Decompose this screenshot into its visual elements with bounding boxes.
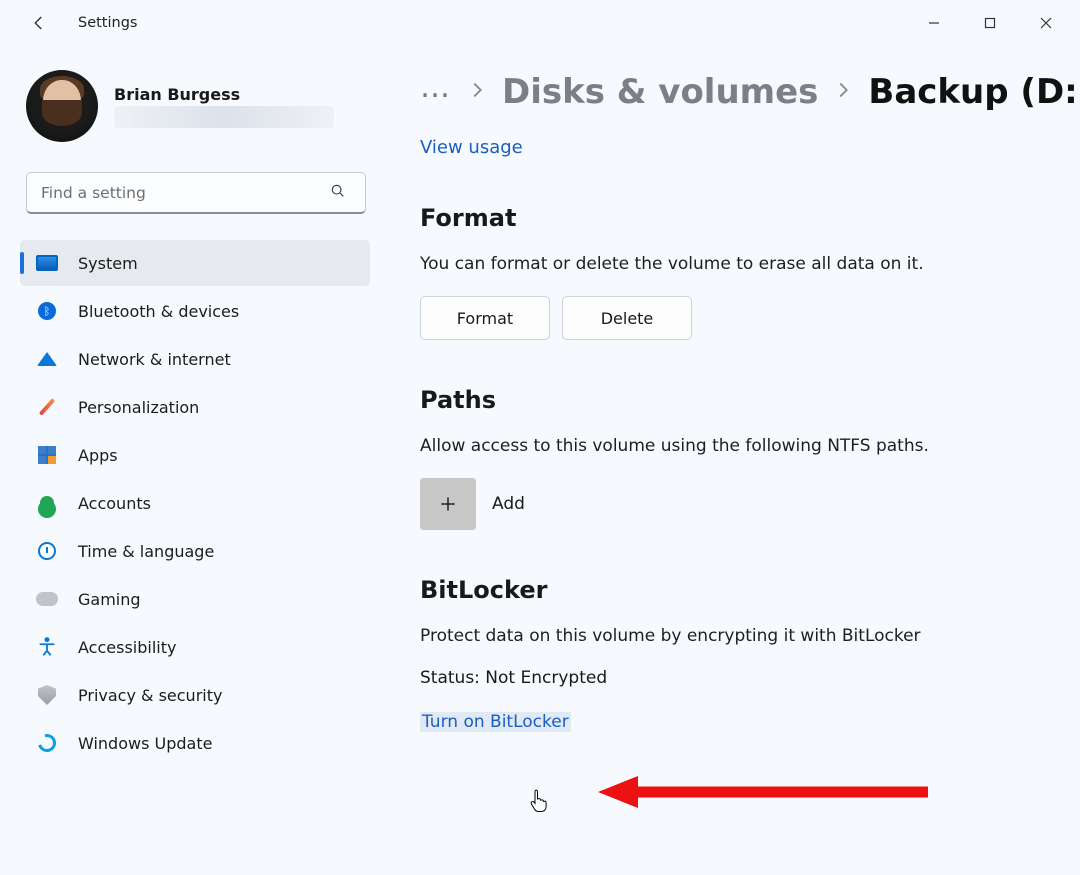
bitlocker-description: Protect data on this volume by encryptin… bbox=[420, 626, 1080, 646]
breadcrumb: … Disks & volumes Backup (D:) bbox=[420, 46, 1080, 113]
view-usage-link[interactable]: View usage bbox=[420, 137, 523, 158]
delete-button[interactable]: Delete bbox=[562, 296, 692, 340]
sidebar-item-time[interactable]: Time & language bbox=[20, 528, 370, 574]
sidebar-item-label: System bbox=[78, 254, 138, 273]
avatar bbox=[26, 70, 98, 142]
sidebar-item-network[interactable]: Network & internet bbox=[20, 336, 370, 382]
sidebar-item-label: Windows Update bbox=[78, 734, 212, 753]
bitlocker-status: Status: Not Encrypted bbox=[420, 668, 1080, 688]
paths-description: Allow access to this volume using the fo… bbox=[420, 436, 1080, 456]
sidebar-item-system[interactable]: System bbox=[20, 240, 370, 286]
sidebar-item-label: Gaming bbox=[78, 590, 141, 609]
sidebar-item-label: Bluetooth & devices bbox=[78, 302, 239, 321]
format-heading: Format bbox=[420, 204, 1080, 232]
format-button[interactable]: Format bbox=[420, 296, 550, 340]
search-icon bbox=[330, 183, 346, 203]
sidebar-item-label: Apps bbox=[78, 446, 118, 465]
turn-on-bitlocker-link[interactable]: Turn on BitLocker bbox=[420, 712, 571, 732]
breadcrumb-current: Backup (D:) bbox=[868, 72, 1080, 112]
sidebar-item-apps[interactable]: Apps bbox=[20, 432, 370, 478]
sidebar-item-personalization[interactable]: Personalization bbox=[20, 384, 370, 430]
search-wrap bbox=[26, 172, 362, 214]
sidebar-item-privacy[interactable]: Privacy & security bbox=[20, 672, 370, 718]
sidebar-item-accounts[interactable]: Accounts bbox=[20, 480, 370, 526]
sidebar-item-label: Network & internet bbox=[78, 350, 231, 369]
display-icon bbox=[36, 252, 58, 274]
sidebar-item-label: Privacy & security bbox=[78, 686, 222, 705]
user-name: Brian Burgess bbox=[114, 85, 334, 104]
user-card[interactable]: Brian Burgess bbox=[26, 70, 362, 142]
format-description: You can format or delete the volume to e… bbox=[420, 254, 1080, 274]
sidebar-item-label: Accessibility bbox=[78, 638, 176, 657]
paths-heading: Paths bbox=[420, 386, 1080, 414]
breadcrumb-parent[interactable]: Disks & volumes bbox=[502, 72, 818, 112]
clock-icon bbox=[36, 540, 58, 562]
content-pane: … Disks & volumes Backup (D:) View usage… bbox=[380, 46, 1080, 875]
back-button[interactable] bbox=[20, 4, 58, 42]
add-path-button[interactable] bbox=[420, 478, 476, 530]
bluetooth-icon: ᛒ bbox=[36, 300, 58, 322]
sidebar-item-label: Time & language bbox=[78, 542, 214, 561]
gamepad-icon bbox=[36, 588, 58, 610]
breadcrumb-more[interactable]: … bbox=[420, 70, 452, 113]
sidebar-item-accessibility[interactable]: Accessibility bbox=[20, 624, 370, 670]
sidebar-item-label: Accounts bbox=[78, 494, 151, 513]
sidebar-item-bluetooth[interactable]: ᛒ Bluetooth & devices bbox=[20, 288, 370, 334]
wifi-icon bbox=[36, 348, 58, 370]
nav-list: System ᛒ Bluetooth & devices Network & i… bbox=[20, 240, 370, 766]
title-bar: Settings bbox=[0, 0, 1080, 46]
add-path-label: Add bbox=[492, 494, 525, 514]
shield-icon bbox=[36, 684, 58, 706]
minimize-button[interactable] bbox=[906, 3, 962, 43]
update-icon bbox=[36, 732, 58, 754]
chevron-right-icon bbox=[466, 79, 488, 105]
sidebar-item-update[interactable]: Windows Update bbox=[20, 720, 370, 766]
maximize-button[interactable] bbox=[962, 3, 1018, 43]
chevron-right-icon bbox=[832, 79, 854, 105]
user-email-redacted bbox=[114, 106, 334, 128]
bitlocker-heading: BitLocker bbox=[420, 576, 1080, 604]
accessibility-icon bbox=[36, 636, 58, 658]
paintbrush-icon bbox=[36, 396, 58, 418]
sidebar-item-label: Personalization bbox=[78, 398, 199, 417]
apps-icon bbox=[36, 444, 58, 466]
close-button[interactable] bbox=[1018, 3, 1074, 43]
app-title: Settings bbox=[78, 15, 137, 31]
sidebar: Brian Burgess System ᛒ Bluetooth & devic… bbox=[0, 46, 380, 875]
plus-icon bbox=[438, 494, 458, 514]
search-input[interactable] bbox=[26, 172, 366, 214]
sidebar-item-gaming[interactable]: Gaming bbox=[20, 576, 370, 622]
person-icon bbox=[36, 492, 58, 514]
